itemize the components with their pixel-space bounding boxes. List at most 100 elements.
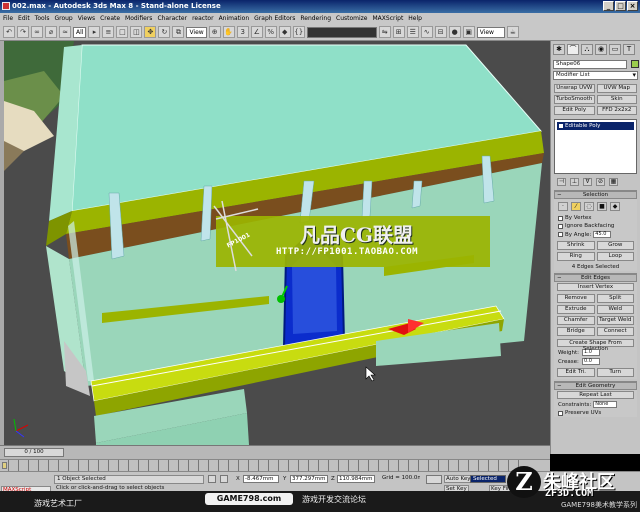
insert-vertex-button[interactable]: Insert Vertex bbox=[557, 283, 634, 291]
redo-icon[interactable]: ↷ bbox=[17, 26, 29, 38]
configure-sets-icon[interactable]: ▦ bbox=[609, 178, 618, 186]
unwrap-uvw-button[interactable]: Unwrap UVW bbox=[554, 84, 595, 93]
edit-geometry-rollout-title[interactable]: Edit Geometry bbox=[554, 382, 637, 390]
preserve-uvs-checkbox[interactable]: Preserve UVs bbox=[554, 409, 637, 417]
schematic-view-icon[interactable]: ⊟ bbox=[434, 26, 447, 38]
make-unique-icon[interactable]: ∀ bbox=[583, 178, 592, 186]
window-crossing-icon[interactable]: ◫ bbox=[130, 26, 143, 38]
key-icon[interactable] bbox=[2, 462, 7, 469]
select-object-icon[interactable]: ▸ bbox=[88, 26, 101, 38]
menu-rendering[interactable]: Rendering bbox=[300, 15, 331, 22]
show-end-result-icon[interactable]: ⊥ bbox=[570, 178, 579, 186]
menu-graph-editors[interactable]: Graph Editors bbox=[254, 15, 295, 22]
menu-reactor[interactable]: reactor bbox=[192, 15, 214, 22]
pivot-center-icon[interactable]: ⊕ bbox=[208, 26, 221, 38]
edge-mode-icon[interactable]: ⁄ bbox=[571, 202, 581, 211]
grow-button[interactable]: Grow bbox=[596, 241, 634, 250]
shrink-button[interactable]: Shrink bbox=[557, 241, 595, 250]
rect-selection-icon[interactable]: □ bbox=[116, 26, 129, 38]
menu-edit[interactable]: Edit bbox=[18, 15, 30, 22]
time-slider-thumb[interactable]: 0 / 100 bbox=[4, 448, 64, 457]
time-slider[interactable]: 0 / 100 bbox=[0, 445, 550, 459]
select-rotate-icon[interactable]: ↻ bbox=[158, 26, 171, 38]
close-button[interactable]: × bbox=[627, 1, 638, 11]
lock-selection-icon[interactable] bbox=[208, 475, 216, 483]
menu-file[interactable]: File bbox=[3, 15, 13, 22]
vertex-mode-icon[interactable]: · bbox=[558, 202, 568, 211]
target-weld-button[interactable]: Target Weld bbox=[596, 316, 634, 325]
select-scale-icon[interactable]: ⧉ bbox=[172, 26, 185, 38]
motion-tab-icon[interactable]: ◉ bbox=[595, 44, 607, 55]
hierarchy-tab-icon[interactable]: ⛬ bbox=[581, 44, 593, 55]
object-name-field[interactable]: Shape06 bbox=[553, 60, 627, 69]
menu-maxscript[interactable]: MAXScript bbox=[373, 15, 404, 22]
menu-create[interactable]: Create bbox=[100, 15, 120, 22]
z-coordinate-field[interactable]: 110.984mm bbox=[337, 475, 375, 483]
utilities-tab-icon[interactable]: T bbox=[623, 44, 635, 55]
element-mode-icon[interactable]: ◆ bbox=[610, 202, 620, 211]
quick-render-icon[interactable]: ☕ bbox=[506, 26, 519, 38]
bind-spacewarp-icon[interactable]: ≈ bbox=[59, 26, 71, 38]
curve-editor-icon[interactable]: ∿ bbox=[420, 26, 433, 38]
loop-button[interactable]: Loop bbox=[596, 252, 634, 261]
selection-rollout-title[interactable]: Selection bbox=[554, 191, 637, 199]
layer-manager-icon[interactable]: ☰ bbox=[406, 26, 419, 38]
object-color-swatch[interactable] bbox=[630, 60, 639, 68]
chamfer-button[interactable]: Chamfer bbox=[557, 316, 595, 325]
by-angle-checkbox[interactable] bbox=[558, 232, 563, 237]
menu-character[interactable]: Character bbox=[157, 15, 187, 22]
display-tab-icon[interactable]: ▭ bbox=[609, 44, 621, 55]
absolute-mode-icon[interactable] bbox=[220, 475, 228, 483]
mirror-icon[interactable]: ⇋ bbox=[378, 26, 391, 38]
align-icon[interactable]: ⊞ bbox=[392, 26, 405, 38]
repeat-last-button[interactable]: Repeat Last bbox=[557, 391, 634, 399]
pin-stack-icon[interactable]: ⊣ bbox=[557, 178, 566, 186]
undo-icon[interactable]: ↶ bbox=[3, 26, 15, 38]
weld-button[interactable]: Weld bbox=[596, 305, 634, 314]
maximize-button[interactable]: □ bbox=[615, 1, 626, 11]
snap-icon[interactable]: 3 bbox=[236, 26, 249, 38]
ignore-backfacing-checkbox[interactable]: Ignore Backfacing bbox=[554, 222, 637, 230]
auto-key-button[interactable]: Auto Key bbox=[444, 475, 473, 483]
menu-modifiers[interactable]: Modifiers bbox=[125, 15, 152, 22]
edit-edges-rollout-title[interactable]: Edit Edges bbox=[554, 274, 637, 282]
y-coordinate-field[interactable]: 377.297mm bbox=[290, 475, 328, 483]
uvw-map-button[interactable]: UVW Map bbox=[596, 84, 637, 93]
connect-button[interactable]: Connect bbox=[596, 327, 634, 336]
named-selection-dropdown[interactable] bbox=[306, 26, 377, 38]
key-mode-dropdown[interactable]: Selected bbox=[470, 475, 506, 483]
ref-coord-dropdown[interactable]: View bbox=[186, 26, 207, 38]
weight-spinner[interactable]: 1.0 bbox=[582, 349, 600, 356]
crease-spinner[interactable]: 0.0 bbox=[582, 358, 600, 365]
menu-tools[interactable]: Tools bbox=[35, 15, 50, 22]
border-mode-icon[interactable]: ◌ bbox=[584, 202, 594, 211]
ring-button[interactable]: Ring bbox=[557, 252, 595, 261]
select-move-icon[interactable]: ✥ bbox=[144, 26, 157, 38]
remove-modifier-icon[interactable]: ⊘ bbox=[596, 178, 605, 186]
select-by-name-icon[interactable]: ≡ bbox=[102, 26, 115, 38]
modifier-list-dropdown[interactable]: Modifier List bbox=[553, 71, 638, 80]
spinner-snap-icon[interactable]: ◆ bbox=[278, 26, 291, 38]
by-vertex-checkbox[interactable]: By Vertex bbox=[554, 214, 637, 222]
menu-customize[interactable]: Customize bbox=[336, 15, 368, 22]
by-angle-spinner[interactable]: 45.0 bbox=[593, 231, 612, 238]
manipulate-icon[interactable]: ✋ bbox=[222, 26, 235, 38]
polygon-mode-icon[interactable]: ■ bbox=[597, 202, 607, 211]
constraints-dropdown[interactable]: None bbox=[593, 401, 618, 408]
edit-poly-button[interactable]: Edit Poly bbox=[554, 106, 595, 115]
stack-item-editable-poly[interactable]: Editable Poly bbox=[557, 122, 634, 130]
percent-snap-icon[interactable]: % bbox=[264, 26, 277, 38]
render-type-dropdown[interactable]: View bbox=[476, 26, 505, 38]
selection-filter-dropdown[interactable]: All bbox=[73, 26, 87, 38]
turn-button[interactable]: Turn bbox=[596, 368, 634, 377]
minimize-button[interactable]: _ bbox=[603, 1, 614, 11]
edit-named-selection-icon[interactable]: {} bbox=[292, 26, 305, 38]
menu-group[interactable]: Group bbox=[54, 15, 72, 22]
modify-tab-icon[interactable]: ⌒ bbox=[567, 44, 579, 55]
unlink-icon[interactable]: ⌀ bbox=[45, 26, 57, 38]
menu-animation[interactable]: Animation bbox=[219, 15, 250, 22]
link-icon[interactable]: ∞ bbox=[31, 26, 43, 38]
turbosmooth-button[interactable]: TurboSmooth bbox=[554, 95, 595, 104]
bridge-button[interactable]: Bridge bbox=[557, 327, 595, 336]
x-coordinate-field[interactable]: -8.467mm bbox=[243, 475, 279, 483]
